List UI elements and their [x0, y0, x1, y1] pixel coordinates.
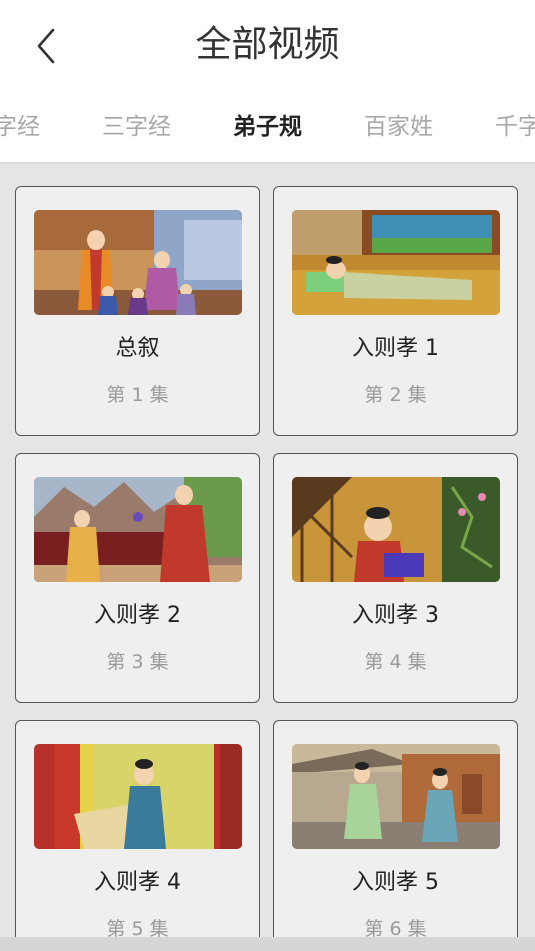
video-title: 入则孝 2: [94, 603, 181, 628]
episode-label: 第 1 集: [106, 384, 169, 406]
video-thumbnail: [34, 210, 242, 315]
tab-qianziwen[interactable]: 千字: [495, 92, 535, 162]
chevron-left-icon: [37, 28, 55, 64]
episode-label: 第 3 集: [106, 651, 169, 673]
bottom-edge: [0, 937, 535, 951]
tab-sanzijing[interactable]: 三字经: [102, 92, 171, 162]
video-title: 入则孝 1: [352, 336, 439, 361]
video-card[interactable]: 入则孝 3 第 4 集: [273, 453, 518, 703]
tab-sanzijing-partial[interactable]: 字经: [0, 92, 40, 162]
episode-label: 第 2 集: [364, 384, 427, 406]
top-header: 全部视频: [0, 0, 535, 90]
video-title: 总叙: [115, 336, 160, 361]
video-card[interactable]: 入则孝 1 第 2 集: [273, 186, 518, 436]
back-button[interactable]: [22, 22, 70, 70]
video-thumbnail: [292, 210, 500, 315]
video-title: 入则孝 5: [352, 870, 439, 895]
tab-dizigui[interactable]: 弟子规: [233, 92, 302, 162]
video-card[interactable]: 入则孝 2 第 3 集: [15, 453, 260, 703]
tab-baijiaxing[interactable]: 百家姓: [364, 92, 433, 162]
video-card[interactable]: 总叙 第 1 集: [15, 186, 260, 436]
video-thumbnail: [292, 477, 500, 582]
page-title: 全部视频: [195, 24, 340, 65]
video-title: 入则孝 4: [94, 870, 181, 895]
category-tabs: 字经 三字经 弟子规 百家姓 千字: [0, 92, 535, 162]
video-thumbnail: [34, 744, 242, 849]
video-grid: 总叙 第 1 集 入则孝 1 第 2 集 入则孝 2 第 3 集 入则孝 3 第…: [0, 164, 535, 951]
video-thumbnail: [292, 744, 500, 849]
video-card[interactable]: 入则孝 5 第 6 集: [273, 720, 518, 951]
episode-label: 第 4 集: [364, 651, 427, 673]
video-thumbnail: [34, 477, 242, 582]
video-title: 入则孝 3: [352, 603, 439, 628]
video-card[interactable]: 入则孝 4 第 5 集: [15, 720, 260, 951]
